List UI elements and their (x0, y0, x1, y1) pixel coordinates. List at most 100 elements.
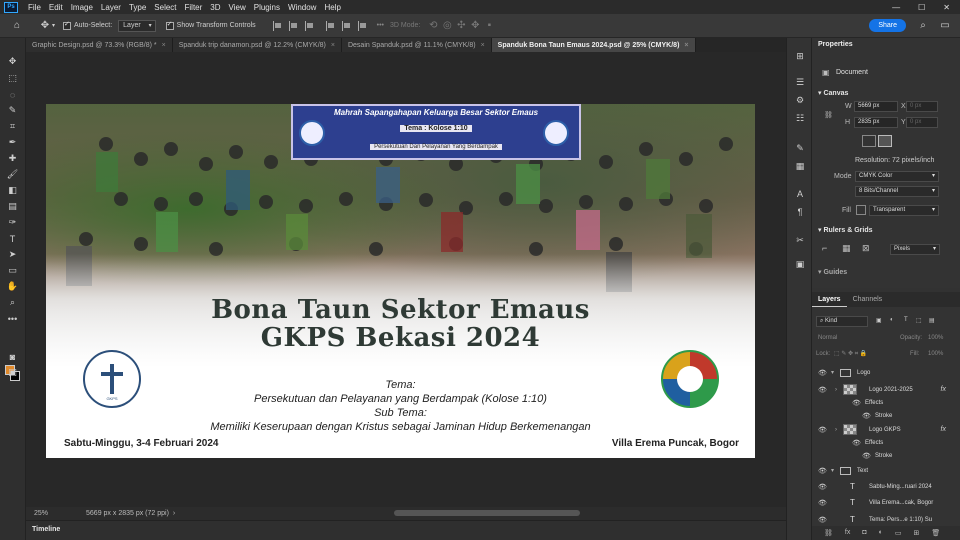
quick-select-tool-icon[interactable]: ✎ (6, 104, 19, 117)
canvas-area[interactable]: Mahrah Sapangahapan Keluarga Besar Sekto… (26, 52, 808, 507)
layer-effects[interactable]: 👁 Effects (812, 396, 960, 409)
tab-close-icon[interactable]: × (331, 42, 335, 49)
opacity-field[interactable]: 100% (928, 335, 943, 341)
shape-tool-icon[interactable]: ▭ (6, 264, 19, 277)
filter-adjustment-icon[interactable]: ◐ (890, 317, 894, 323)
add-style-icon[interactable]: fx (845, 529, 850, 537)
tab-graphic-design[interactable]: Graphic Design.psd @ 73.3% (RGB/8) * × (26, 38, 173, 52)
lasso-tool-icon[interactable]: ◌ (6, 88, 19, 101)
menu-view[interactable]: View (225, 3, 250, 12)
visibility-eye-icon[interactable]: 👁 (862, 452, 871, 460)
layer-group-text[interactable]: 👁 ▾ Text (812, 464, 960, 477)
visibility-eye-icon[interactable]: 👁 (852, 399, 861, 407)
screen-mode-icon[interactable]: ▣ (6, 366, 19, 379)
menu-layer[interactable]: Layer (97, 3, 125, 12)
character-icon[interactable]: A (794, 188, 806, 200)
grid-icon[interactable]: ▦ (842, 243, 851, 254)
type-tool-icon[interactable]: T (6, 232, 19, 245)
layer-effects[interactable]: 👁 Effects (812, 436, 960, 449)
3d-roll-icon[interactable]: ◎ (440, 19, 454, 33)
collapse-chevron-icon[interactable]: ▾ (831, 467, 834, 474)
menu-window[interactable]: Window (284, 3, 320, 12)
layer-text-tema[interactable]: 👁 T Tema: Pers...e 1:10) Su (812, 513, 960, 526)
marquee-tool-icon[interactable]: ⬚ (6, 72, 19, 85)
share-button[interactable]: Share (869, 19, 906, 32)
tab-layers[interactable]: Layers (812, 292, 847, 307)
quick-mask-icon[interactable]: ◙ (6, 350, 19, 363)
fx-icon[interactable]: fx (941, 426, 946, 433)
link-layers-icon[interactable]: ⛓ (824, 529, 833, 537)
menu-filter[interactable]: Filter (181, 3, 207, 12)
cube-icon[interactable]: ▣ (794, 258, 806, 270)
filter-shape-icon[interactable]: ⬚ (916, 317, 922, 324)
fx-icon[interactable]: fx (941, 386, 946, 393)
align-top-icon[interactable] (325, 20, 336, 31)
align-bottom-icon[interactable] (357, 20, 368, 31)
visibility-eye-icon[interactable]: 👁 (818, 369, 827, 377)
visibility-eye-icon[interactable]: 👁 (818, 386, 827, 394)
crop-tool-icon[interactable]: ⌗ (6, 120, 19, 133)
search-icon[interactable]: ⌕ (916, 19, 930, 33)
layer-effect-stroke[interactable]: 👁 Stroke (812, 409, 960, 422)
collapse-chevron-icon[interactable]: › (835, 427, 837, 433)
x-field[interactable]: 0 px (906, 101, 938, 112)
horizontal-scrollbar[interactable] (394, 510, 580, 516)
width-field[interactable]: 5669 px (854, 101, 898, 112)
filter-pixel-icon[interactable]: ▣ (876, 317, 882, 324)
visibility-eye-icon[interactable]: 👁 (818, 516, 827, 524)
close-icon[interactable]: ✕ (943, 3, 950, 12)
y-field[interactable]: 0 px (906, 117, 938, 128)
fill-dropdown[interactable]: Transparent (869, 205, 939, 216)
kind-filter-dropdown[interactable]: ⌕ Kind (816, 316, 868, 327)
delete-layer-icon[interactable]: 🗑 (931, 529, 940, 537)
properties-icon[interactable]: ⚙ (794, 94, 806, 106)
menu-file[interactable]: File (24, 3, 45, 12)
layer-text-place[interactable]: 👁 T Villa Erema...cak, Bogor (812, 496, 960, 509)
history-icon[interactable]: ⊞ (794, 50, 806, 62)
visibility-eye-icon[interactable]: 👁 (862, 412, 871, 420)
layer-text-date[interactable]: 👁 T Sabtu-Ming...ruari 2024 (812, 480, 960, 493)
visibility-eye-icon[interactable]: 👁 (818, 426, 827, 434)
ruler-icon[interactable]: ⌐ (822, 243, 827, 253)
align-middle-icon[interactable] (341, 20, 352, 31)
guides-section[interactable]: ▾ Guides (818, 268, 847, 276)
eyedropper-tool-icon[interactable]: ✒ (6, 136, 19, 149)
blend-mode-dropdown[interactable]: Normal (818, 335, 837, 341)
eraser-tool-icon[interactable]: ◧ (6, 184, 19, 197)
color-mode-dropdown[interactable]: CMYK Color (855, 171, 939, 182)
guides-icon[interactable]: ⊠ (862, 243, 870, 254)
lock-icons[interactable]: ⬚ ✎ ✥ ⌗ 🔒 (834, 350, 867, 358)
layer-logo-2021-2025[interactable]: 👁 › Logo 2021-2025 fx (812, 383, 960, 396)
fill-field[interactable]: 100% (928, 351, 943, 357)
menu-edit[interactable]: Edit (45, 3, 67, 12)
3d-orbit-icon[interactable]: ⟲ (426, 19, 440, 33)
status-chevron-icon[interactable]: › (173, 510, 175, 517)
tab-channels[interactable]: Channels (847, 292, 889, 307)
canvas-section[interactable]: ▾ Canvas (818, 89, 848, 97)
units-dropdown[interactable]: Pixels (890, 244, 940, 255)
tab-close-icon[interactable]: × (481, 42, 485, 49)
height-field[interactable]: 2835 px (854, 117, 898, 128)
adjustment-layer-icon[interactable]: ◐ (879, 529, 883, 537)
visibility-eye-icon[interactable]: 👁 (818, 499, 827, 507)
new-layer-icon[interactable]: ⊞ (913, 529, 919, 537)
collapse-chevron-icon[interactable]: › (835, 387, 837, 393)
tab-close-icon[interactable]: × (684, 42, 688, 49)
more-tools-icon[interactable]: ••• (6, 312, 19, 325)
workspace-icon[interactable]: ▭ (938, 19, 952, 33)
fill-swatch[interactable] (856, 205, 866, 215)
brush-tool-icon[interactable]: 🖌 (6, 168, 19, 181)
align-left-icon[interactable] (272, 20, 283, 31)
move-tool-icon[interactable]: ✥ (38, 19, 52, 33)
pen-tool-icon[interactable]: ✑ (6, 216, 19, 229)
layer-effect-stroke[interactable]: 👁 Stroke (812, 449, 960, 462)
menu-image[interactable]: Image (67, 3, 97, 12)
zoom-level[interactable]: 25% (26, 510, 56, 517)
minimize-icon[interactable]: — (892, 3, 900, 12)
tab-properties[interactable]: Properties (812, 38, 859, 51)
brush-settings-icon[interactable]: ✎ (794, 142, 806, 154)
layer-group-logo[interactable]: 👁 ▾ Logo (812, 366, 960, 379)
zoom-tool-icon[interactable]: ⌕ (6, 296, 19, 309)
photoshop-logo-icon[interactable]: Ps (4, 1, 18, 13)
collapse-chevron-icon[interactable]: ▾ (831, 369, 834, 376)
